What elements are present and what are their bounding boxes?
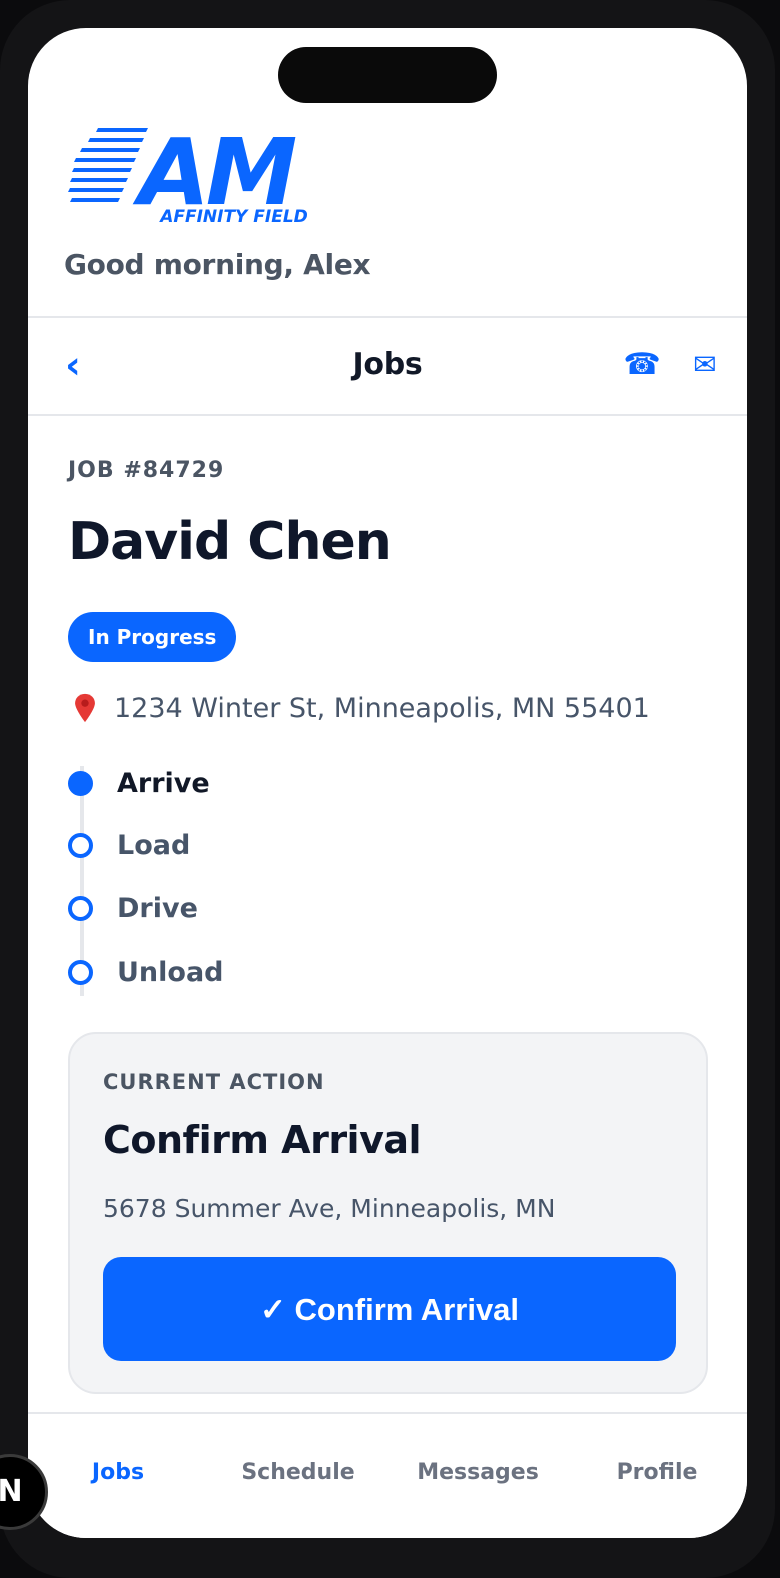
affinity-field-logo: AM AFFINITY FIELD (68, 122, 308, 226)
bottom-tab-bar: Jobs Schedule Messages Profile (28, 1412, 747, 1538)
current-action-card: CURRENT ACTION Confirm Arrival 5678 Summ… (68, 1032, 708, 1394)
action-overline: CURRENT ACTION (103, 1070, 325, 1094)
dynamic-island (278, 47, 497, 103)
step-dot (68, 895, 93, 921)
step-load: Load (68, 825, 190, 865)
phone-frame: AM AFFINITY FIELD Good morning, Alex ‹ J… (0, 0, 775, 1578)
nav-bar: ‹ Jobs ☎ ✉ (28, 319, 747, 416)
step-dot (68, 959, 93, 985)
tab-messages[interactable]: Messages (388, 1460, 568, 1485)
action-address: 5678 Summer Ave, Minneapolis, MN (103, 1194, 556, 1223)
map-pin-icon (75, 693, 95, 723)
step-label: Drive (117, 892, 198, 924)
logo-subtext: AFFINITY FIELD (158, 207, 308, 226)
step-unload: Unload (68, 952, 224, 992)
step-dot-active (68, 770, 93, 796)
step-label: Load (117, 829, 191, 861)
status-badge: In Progress (68, 612, 237, 662)
customer-name: David Chen (68, 512, 392, 572)
confirm-arrival-button[interactable]: ✓ Confirm Arrival (103, 1257, 676, 1361)
job-address-row: 1234 Winter St, Minneapolis, MN 55401 (68, 688, 650, 728)
step-drive: Drive (68, 888, 198, 928)
mail-icon[interactable]: ✉ (688, 349, 722, 381)
job-number: JOB #84729 (68, 458, 225, 483)
action-title: Confirm Arrival (103, 1118, 422, 1162)
step-label: Arrive (117, 767, 210, 799)
job-address: 1234 Winter St, Minneapolis, MN 55401 (114, 692, 650, 724)
greeting-text: Good morning, Alex (64, 248, 371, 281)
phone-icon[interactable]: ☎ (622, 349, 662, 381)
tab-profile[interactable]: Profile (567, 1460, 747, 1485)
app-screen: AM AFFINITY FIELD Good morning, Alex ‹ J… (28, 28, 747, 1538)
tab-jobs[interactable]: Jobs (28, 1460, 208, 1485)
step-arrive: Arrive (68, 763, 210, 803)
step-dot (68, 832, 93, 858)
tab-schedule[interactable]: Schedule (208, 1460, 388, 1485)
step-label: Unload (117, 956, 224, 988)
